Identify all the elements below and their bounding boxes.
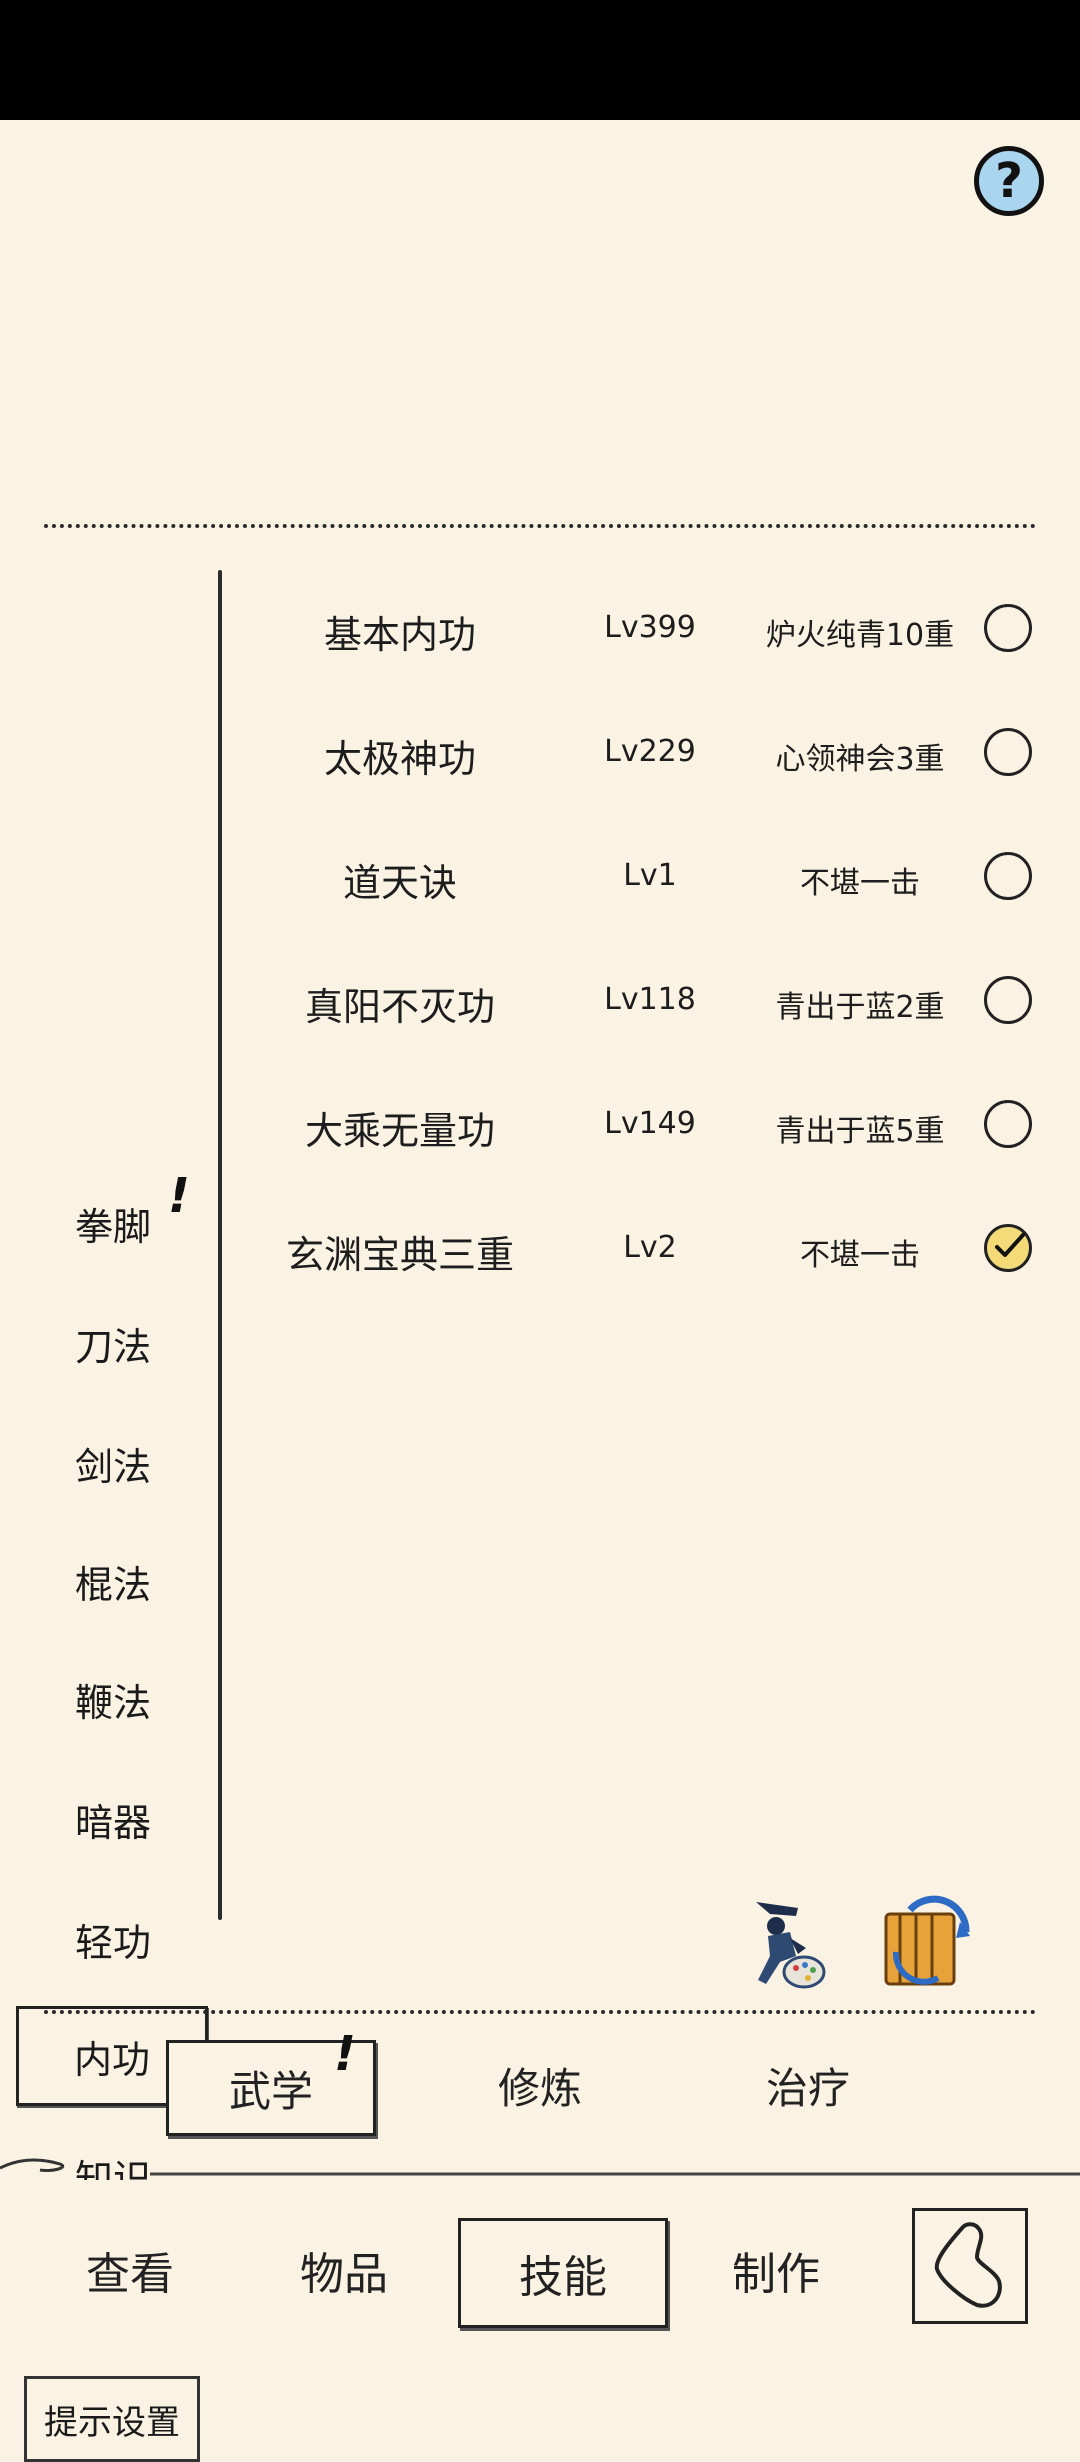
nav-tab-zhizuo[interactable]: 制作 [706,2218,846,2322]
subtab-label: 修炼 [497,2063,582,2113]
back-arrow-icon [934,2222,1002,2308]
skill-rank: 炉火纯青10重 [765,618,955,653]
category-label: 轻功 [74,1920,151,1965]
skill-name: 真阳不灭功 [304,985,495,1029]
vertical-divider [218,570,222,1920]
nav-tab-chakan[interactable]: 查看 [60,2218,200,2322]
subtab-label: 治疗 [765,2063,850,2113]
skill-row[interactable]: 真阳不灭功 Lv118 青出于蓝2重 [230,952,1070,1052]
nav-tab-jineng[interactable]: 技能 [458,2218,668,2328]
skill-rank: 不堪一击 [800,866,920,901]
skill-select-radio[interactable] [984,976,1032,1024]
category-item-qinggong[interactable]: 轻功 [20,1896,206,1982]
subtab-label: 武学 [228,2066,313,2116]
skill-name: 太极神功 [323,737,476,781]
category-item-anqi[interactable]: 暗器 [20,1776,206,1862]
nav-label: 制作 [732,2249,820,2300]
skill-name: 大乘无量功 [304,1109,495,1153]
skill-rank: 青出于蓝5重 [775,1114,945,1149]
skill-row[interactable]: 玄渊宝典三重 Lv2 不堪一击 [230,1200,1070,1300]
category-item-bianfa[interactable]: 鞭法 [20,1656,206,1742]
category-label: 拳脚 [74,1204,151,1249]
back-button[interactable] [912,2208,1028,2324]
lower-divider [44,2010,1036,2014]
status-bar [0,0,1080,120]
nav-label: 查看 [86,2249,174,2300]
category-item-daofa[interactable]: 刀法 [20,1300,206,1386]
alert-marker: ! [168,1168,190,1224]
check-icon [995,1233,1025,1257]
scroll-refresh-icon[interactable] [876,1892,976,1992]
wave-divider [0,2158,1080,2176]
category-label: 刀法 [74,1324,151,1369]
nav-label: 物品 [300,2249,388,2300]
skill-name: 道天诀 [342,861,457,905]
subtab-zhiliao[interactable]: 治疗 [708,2040,908,2130]
skill-row[interactable]: 太极神功 Lv229 心领神会3重 [230,704,1070,804]
category-item-gunfa[interactable]: 棍法 [20,1538,206,1624]
subtab-xiulian[interactable]: 修炼 [440,2040,640,2130]
nav-tab-wupin[interactable]: 物品 [274,2218,414,2322]
nav-label: 技能 [519,2252,607,2303]
skill-select-radio[interactable] [984,1224,1032,1272]
top-divider [44,524,1036,528]
skill-name: 基本内功 [323,613,476,657]
skill-row[interactable]: 基本内功 Lv399 炉火纯青10重 [230,580,1070,680]
category-label: 鞭法 [74,1680,151,1725]
skill-rank: 青出于蓝2重 [775,990,945,1025]
help-icon: ? [995,153,1023,209]
swordsman-palette-icon[interactable] [736,1892,836,1992]
alert-marker: ! [334,2026,356,2082]
skill-name: 玄渊宝典三重 [285,1233,514,1277]
hint-settings-button[interactable]: 提示设置 [24,2376,200,2462]
settings-label: 提示设置 [44,2402,180,2443]
skill-row[interactable]: 道天诀 Lv1 不堪一击 [230,828,1070,928]
category-label: 剑法 [74,1444,151,1489]
skill-rank: 心领神会3重 [775,742,945,777]
category-item-jianfa[interactable]: 剑法 [20,1420,206,1506]
category-label: 暗器 [74,1800,151,1845]
skill-select-radio[interactable] [984,852,1032,900]
skill-select-radio[interactable] [984,728,1032,776]
category-list: 拳脚 ! 刀法 剑法 棍法 鞭法 暗器 轻功 内功 知识 绝招 提示设置 [0,560,220,2462]
skill-rank: 不堪一击 [800,1238,920,1273]
skill-select-radio[interactable] [984,1100,1032,1148]
category-label: 内功 [73,2037,150,2082]
help-button[interactable]: ? [974,146,1044,216]
skill-row[interactable]: 大乘无量功 Lv149 青出于蓝5重 [230,1076,1070,1176]
skill-select-radio[interactable] [984,604,1032,652]
category-label: 棍法 [74,1562,151,1607]
